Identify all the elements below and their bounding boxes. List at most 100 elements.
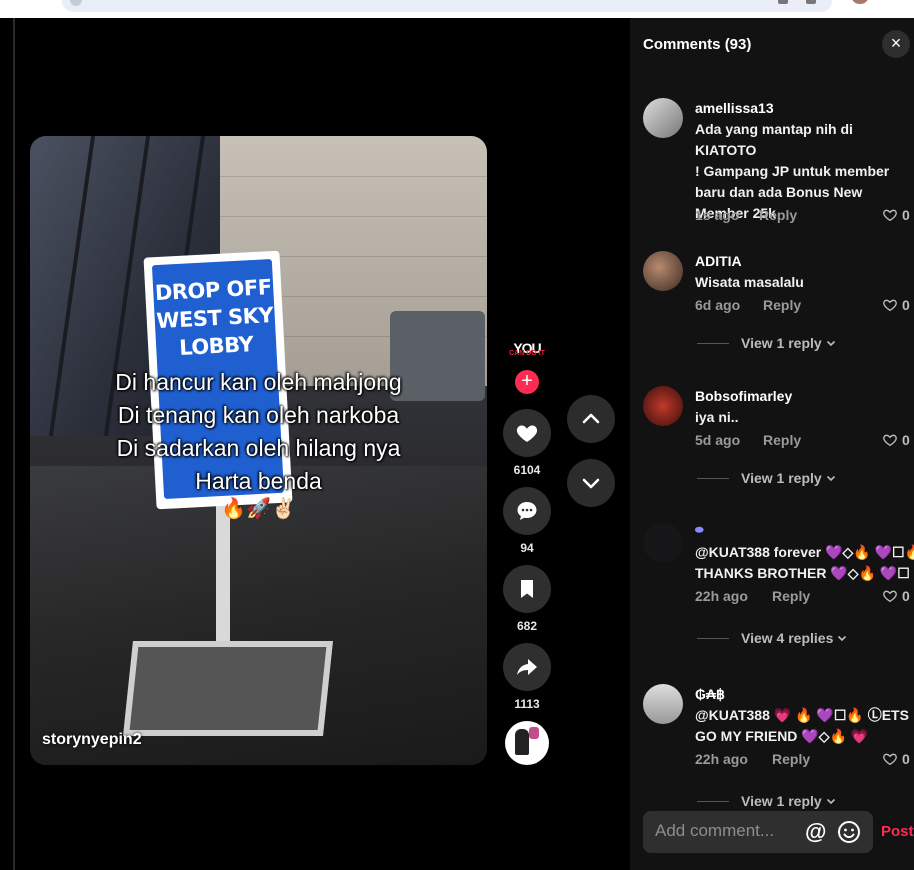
- video-caption: Di hancur kan oleh mahjong Di tenang kan…: [30, 366, 487, 498]
- comment-like-count: 0: [902, 207, 910, 223]
- like-count: 6104: [513, 463, 541, 477]
- comment-like[interactable]: 0: [882, 588, 910, 604]
- comment-username[interactable]: Bobsofimarley: [695, 388, 792, 404]
- comment-time: 5d ago: [695, 432, 741, 448]
- comment-line: THANKS BROTHER 💜◇🔥 💜☐: [695, 565, 910, 581]
- view-replies-label: View 1 reply: [741, 470, 822, 486]
- view-replies-label: View 4 replies: [741, 630, 834, 646]
- comment-username[interactable]: ADITIA: [695, 253, 742, 269]
- avatar[interactable]: [643, 684, 683, 724]
- heart-icon: [516, 425, 538, 442]
- next-video-button[interactable]: [567, 459, 615, 507]
- browser-top-strip: [0, 0, 914, 18]
- heart-outline-icon: [883, 299, 897, 312]
- sign-planter: [123, 641, 333, 736]
- chevron-down-icon: [826, 798, 835, 805]
- comment-username[interactable]: amellissa13: [695, 100, 774, 116]
- comment-line: Ada yang mantap nih di KIATOTO: [695, 121, 853, 158]
- view-replies-button[interactable]: View 1 reply: [697, 335, 836, 351]
- comment-like[interactable]: 0: [882, 751, 910, 767]
- reply-button[interactable]: Reply: [772, 588, 810, 604]
- chevron-up-icon: [582, 413, 600, 424]
- comments-title: Comments (93): [643, 36, 751, 53]
- chevron-down-icon: [838, 635, 847, 642]
- caption-line: Di hancur kan oleh mahjong: [115, 369, 402, 395]
- chevron-down-icon: [582, 478, 600, 489]
- divider: [697, 638, 729, 639]
- creator-avatar[interactable]: YOU CAN DO IT: [509, 340, 545, 368]
- music-disc-accent: [529, 727, 539, 739]
- comment-like[interactable]: 0: [882, 432, 910, 448]
- reply-button[interactable]: Reply: [759, 207, 797, 223]
- comment-like-count: 0: [902, 297, 910, 313]
- video-player[interactable]: DROP OFF WEST SKY LOBBY Di hancur kan ol…: [30, 136, 487, 765]
- close-icon[interactable]: ×: [882, 30, 910, 58]
- view-replies-button[interactable]: View 1 reply: [697, 470, 836, 486]
- chevron-down-icon: [826, 340, 835, 347]
- install-icon[interactable]: [778, 0, 788, 4]
- share-count: 1113: [514, 697, 540, 711]
- avatar[interactable]: [643, 251, 683, 291]
- comment-time: 22h ago: [695, 588, 748, 604]
- comment-username[interactable]: ⬬: [695, 525, 704, 536]
- comment-like-count: 0: [902, 751, 910, 767]
- mention-icon[interactable]: @: [805, 819, 826, 845]
- view-replies-button[interactable]: View 1 reply: [697, 793, 836, 809]
- comment-text: @KUAT388 💗 🔥 💜☐🔥 ⓁETS GO MY FRIEND 💜◇🔥 💗: [695, 705, 914, 747]
- page-root: DROP OFF WEST SKY LOBBY Di hancur kan ol…: [0, 0, 914, 870]
- comment-input-box: @: [643, 811, 873, 853]
- avatar[interactable]: [643, 98, 683, 138]
- reply-button[interactable]: Reply: [772, 751, 810, 767]
- comment-line: baru dan ada Bonus New: [695, 184, 863, 200]
- comment-text: Wisata masalalu: [695, 272, 914, 293]
- comment-input[interactable]: [655, 819, 805, 843]
- like-button[interactable]: [503, 409, 551, 457]
- comments-panel: Comments (93) × amellissa13 Ada yang man…: [630, 18, 914, 870]
- view-replies-label: View 1 reply: [741, 335, 822, 351]
- comment-time: 6d ago: [695, 297, 741, 313]
- share-icon: [517, 659, 537, 675]
- comment-button[interactable]: [503, 487, 551, 535]
- comment-line: Wisata masalalu: [695, 274, 804, 290]
- caption-emojis: 🔥🚀✌🏻: [221, 498, 296, 520]
- previous-video-button[interactable]: [567, 395, 615, 443]
- comment-line: @KUAT388 💗 🔥 💜☐🔥 ⓁETS: [695, 707, 909, 723]
- avatar[interactable]: [643, 386, 683, 426]
- profile-avatar[interactable]: [852, 0, 868, 4]
- address-bar[interactable]: [62, 0, 832, 12]
- post-button[interactable]: Post: [881, 823, 914, 840]
- comments-title-label: Comments: [643, 36, 721, 53]
- view-replies-label: View 1 reply: [741, 793, 822, 809]
- comments-count: (93): [724, 36, 752, 53]
- comment-like-count: 0: [902, 432, 910, 448]
- avatar[interactable]: [643, 523, 683, 563]
- comment-time: 1s ago: [695, 207, 740, 223]
- comment-like-count: 0: [902, 588, 910, 604]
- reply-button[interactable]: Reply: [763, 297, 801, 313]
- divider: [697, 801, 729, 802]
- bookmark-star-icon[interactable]: [806, 0, 816, 4]
- comment-like[interactable]: 0: [882, 207, 910, 223]
- comment-line: GO MY FRIEND 💜◇🔥 💗: [695, 728, 869, 744]
- comment-line: @KUAT388 forever 💜◇🔥 💜☐🔥 ◯: [695, 544, 914, 560]
- heart-outline-icon: [883, 753, 897, 766]
- building-line: [200, 176, 487, 177]
- music-disc-figure: [515, 729, 529, 755]
- view-replies-button[interactable]: View 4 replies: [697, 630, 847, 646]
- save-count: 682: [516, 619, 538, 633]
- sign-text: DROP OFF WEST SKY LOBBY: [153, 273, 277, 363]
- follow-button[interactable]: +: [515, 370, 539, 394]
- save-button[interactable]: [503, 565, 551, 613]
- building-line: [200, 216, 487, 217]
- caption-line: Harta benda: [195, 468, 322, 494]
- music-disc[interactable]: [505, 721, 549, 765]
- comment-text: iya ni..: [695, 407, 914, 428]
- divider: [13, 18, 15, 870]
- emoji-icon[interactable]: [837, 820, 861, 844]
- creator-avatar-subtext: CAN DO IT: [509, 350, 545, 357]
- share-button[interactable]: [503, 643, 551, 691]
- reply-button[interactable]: Reply: [763, 432, 801, 448]
- comment-like[interactable]: 0: [882, 297, 910, 313]
- comment-username[interactable]: ₲₳฿: [695, 686, 725, 703]
- video-author[interactable]: storynyepin2: [42, 731, 142, 749]
